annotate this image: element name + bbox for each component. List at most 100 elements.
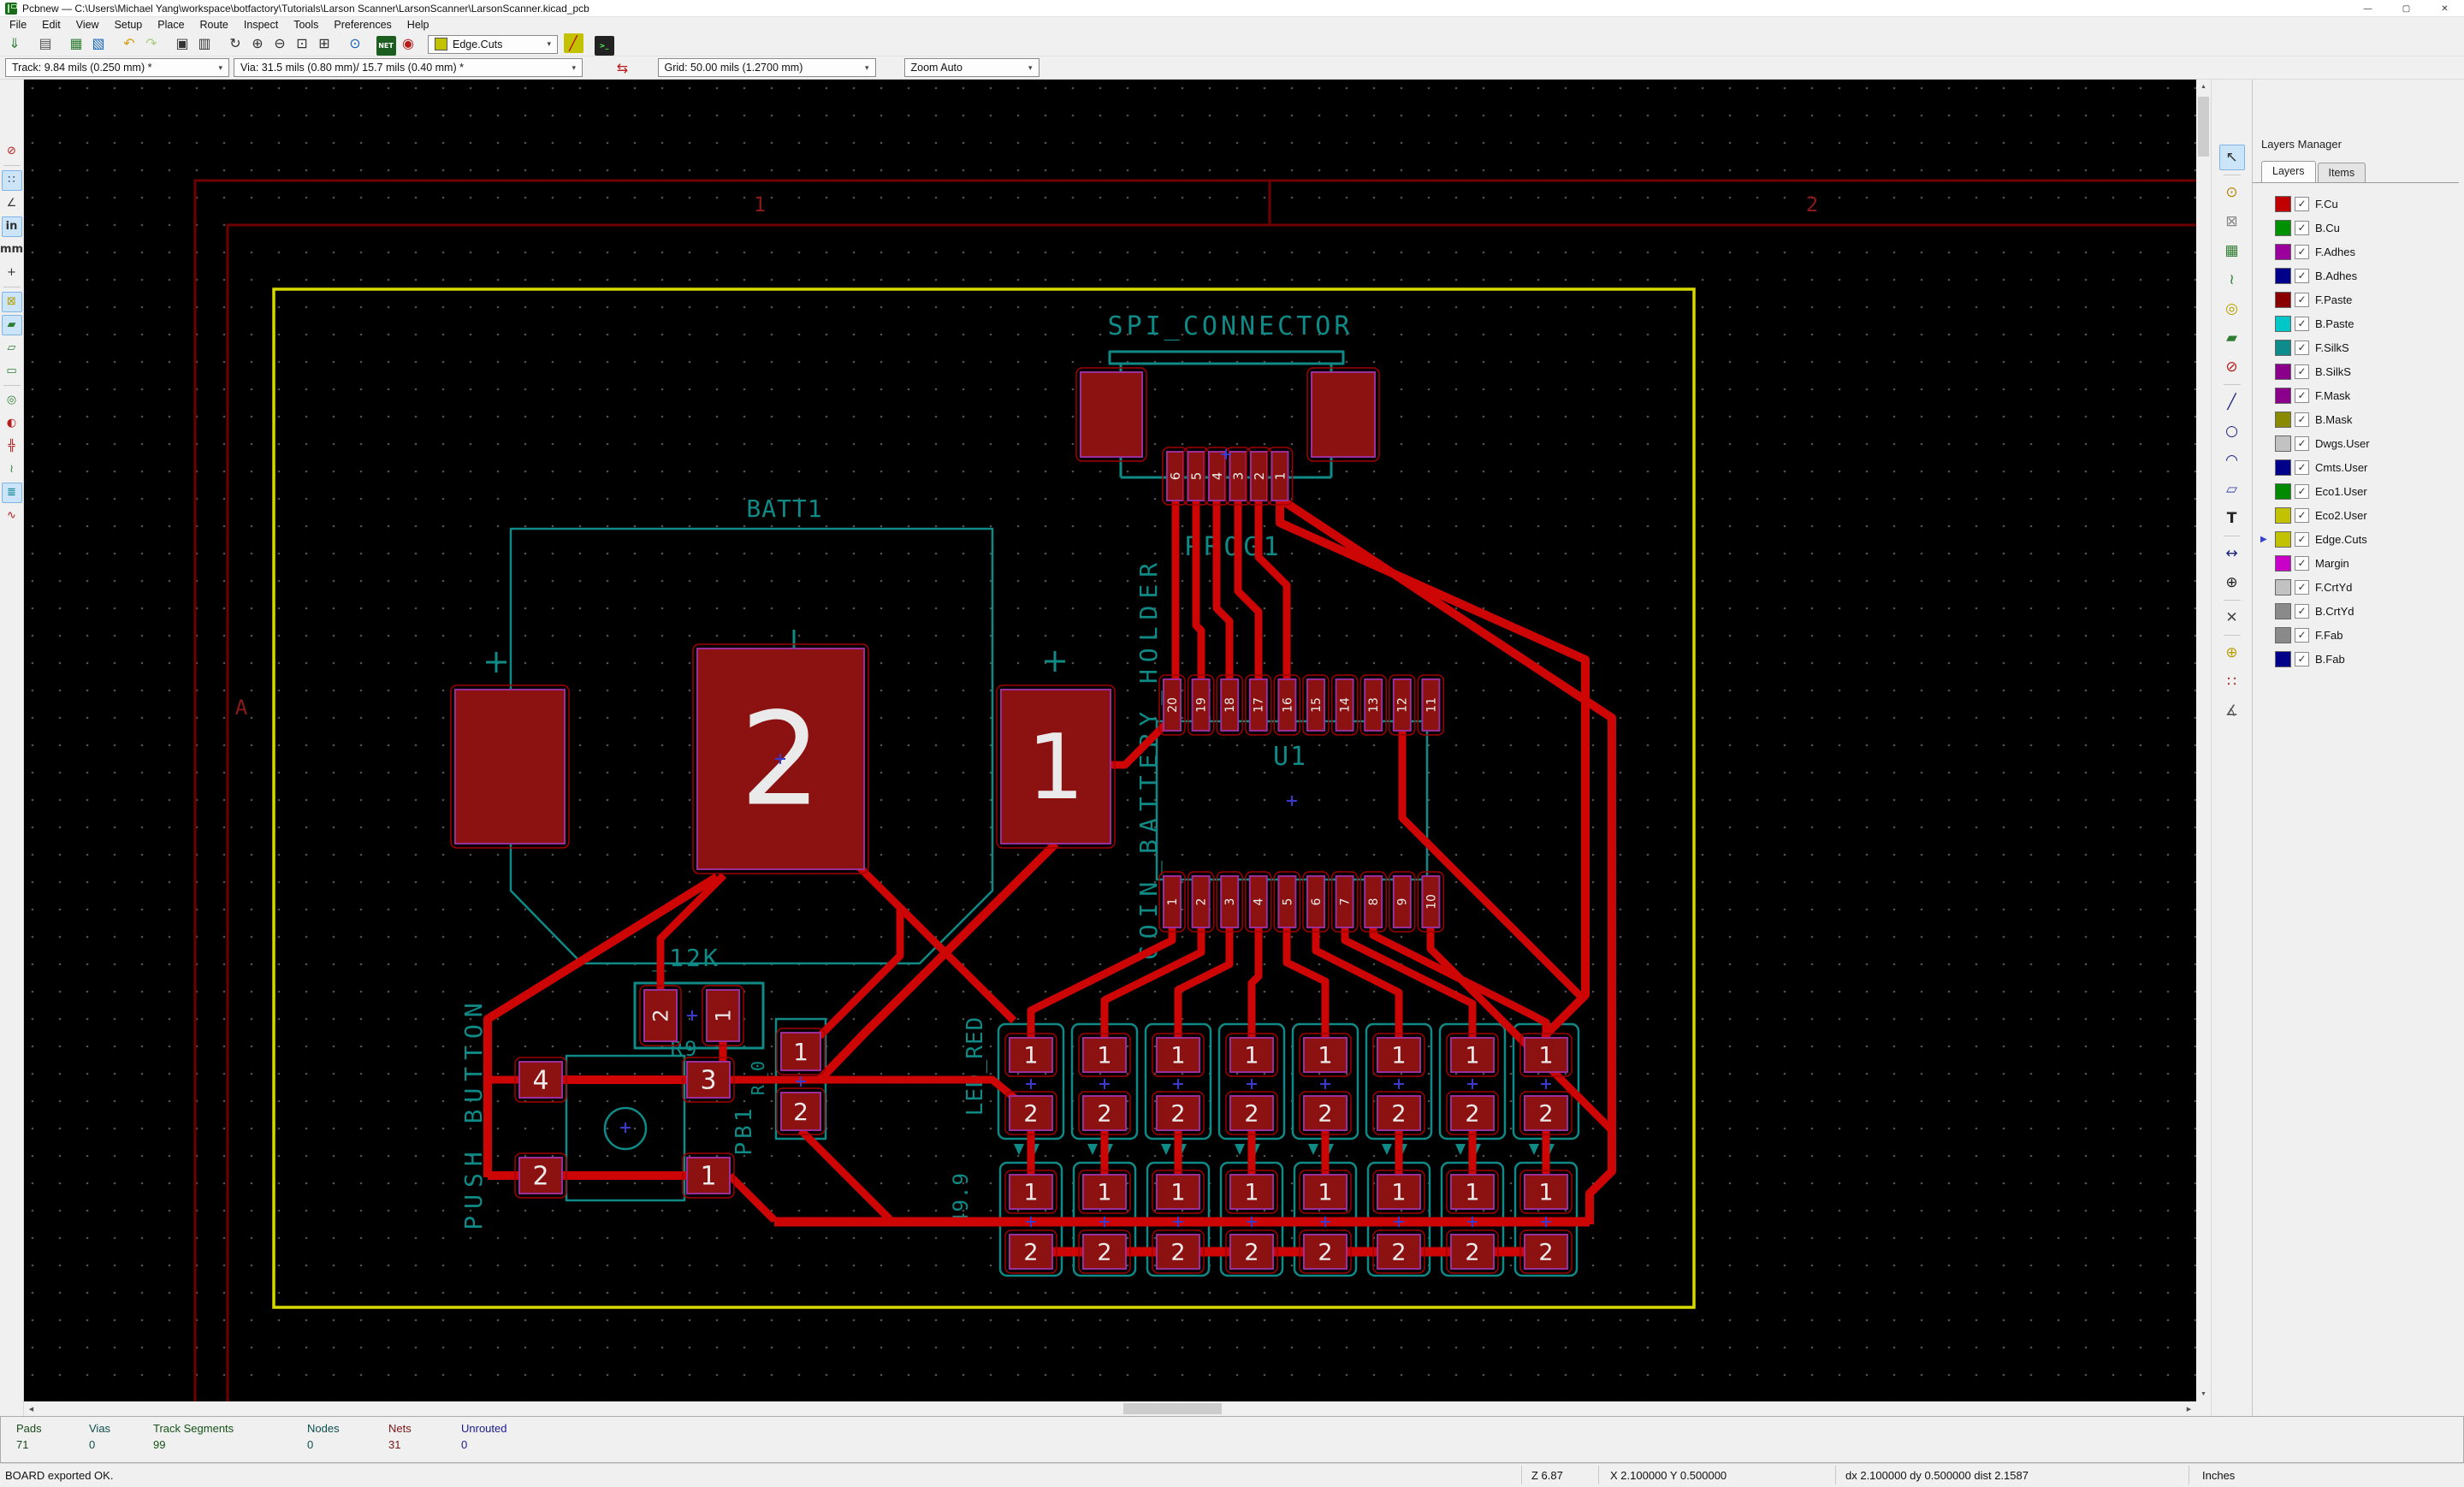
layer-row-b.cu[interactable]: ✓ B.Cu bbox=[2253, 216, 2459, 240]
scroll-left-icon[interactable]: ◀ bbox=[24, 1401, 38, 1416]
layer-color-swatch[interactable] bbox=[2275, 339, 2291, 356]
layer-row-f.fab[interactable]: ✓ F.Fab bbox=[2253, 623, 2459, 647]
menu-file[interactable]: File bbox=[2, 17, 34, 33]
layer-row-f.crtyd[interactable]: ✓ F.CrtYd bbox=[2253, 575, 2459, 599]
undo-icon[interactable]: ↶ bbox=[120, 33, 139, 53]
tab-items[interactable]: Items bbox=[2317, 163, 2366, 182]
zoom-fit-icon[interactable]: ⊡ bbox=[293, 33, 312, 53]
menu-preferences[interactable]: Preferences bbox=[326, 17, 399, 33]
layer-color-swatch[interactable] bbox=[2275, 363, 2291, 380]
local-ratsnest-icon[interactable]: ⊠ bbox=[2219, 209, 2245, 234]
layer-row-f.cu[interactable]: ✓ F.Cu bbox=[2253, 192, 2459, 216]
horizontal-scroll-thumb[interactable] bbox=[1123, 1403, 1222, 1414]
cursor-shape-icon[interactable]: + bbox=[2, 263, 22, 283]
layer-color-swatch[interactable] bbox=[2275, 267, 2291, 284]
layers-manager-toggle-icon[interactable]: ≣ bbox=[1, 482, 22, 503]
layer-color-swatch[interactable] bbox=[2275, 387, 2291, 404]
layer-color-swatch[interactable] bbox=[2275, 243, 2291, 260]
layer-color-swatch[interactable] bbox=[2275, 411, 2291, 428]
zoom-in-icon[interactable]: ⊕ bbox=[248, 33, 268, 53]
zoom-out-icon[interactable]: ⊖ bbox=[270, 33, 290, 53]
layer-color-swatch[interactable] bbox=[2275, 626, 2291, 643]
layer-visibility-checkbox[interactable]: ✓ bbox=[2295, 364, 2309, 379]
maximize-button[interactable]: ▢ bbox=[2387, 0, 2426, 17]
layer-row-dwgs.user[interactable]: ✓ Dwgs.User bbox=[2253, 431, 2459, 455]
layer-color-swatch[interactable] bbox=[2275, 530, 2291, 548]
refresh-view-icon[interactable]: ↻ bbox=[226, 33, 246, 53]
layer-row-b.crtyd[interactable]: ✓ B.CrtYd bbox=[2253, 599, 2459, 623]
delete-tool-icon[interactable]: ✕ bbox=[2219, 605, 2245, 631]
add-graphic-arc-icon[interactable]: ◠ bbox=[2219, 447, 2245, 473]
layer-visibility-checkbox[interactable]: ✓ bbox=[2295, 268, 2309, 283]
pcb-drawing[interactable]: 1 2ASPI_CONNECTORBATT1COIN_BATTERY_HOLDER… bbox=[24, 80, 2196, 1401]
add-graphic-line-icon[interactable]: ╱ bbox=[2219, 389, 2245, 415]
zone-display-icon[interactable]: ▰ bbox=[1, 314, 22, 335]
layer-row-edge.cuts[interactable]: ▶ ✓ Edge.Cuts bbox=[2253, 527, 2459, 551]
menu-place[interactable]: Place bbox=[150, 17, 192, 33]
layer-visibility-checkbox[interactable]: ✓ bbox=[2295, 651, 2309, 666]
layer-visibility-checkbox[interactable]: ✓ bbox=[2295, 555, 2309, 571]
vias-sketch-icon[interactable]: ◎ bbox=[2, 390, 22, 411]
add-keepout-icon[interactable]: ⊘ bbox=[2219, 354, 2245, 380]
layer-visibility-checkbox[interactable]: ✓ bbox=[2295, 531, 2309, 547]
add-via-icon[interactable]: ◎ bbox=[2219, 296, 2245, 322]
add-zone-icon[interactable]: ▰ bbox=[2219, 325, 2245, 351]
layer-color-swatch[interactable] bbox=[2275, 602, 2291, 619]
layer-visibility-checkbox[interactable]: ✓ bbox=[2295, 220, 2309, 235]
layer-color-swatch[interactable] bbox=[2275, 459, 2291, 476]
menu-view[interactable]: View bbox=[68, 17, 107, 33]
add-target-icon[interactable]: ⊕ bbox=[2219, 570, 2245, 595]
menu-tools[interactable]: Tools bbox=[286, 17, 326, 33]
layer-row-b.paste[interactable]: ✓ B.Paste bbox=[2253, 311, 2459, 335]
layer-row-f.adhes[interactable]: ✓ F.Adhes bbox=[2253, 240, 2459, 264]
units-mm-icon[interactable]: mm bbox=[0, 240, 23, 260]
layer-row-margin[interactable]: ✓ Margin bbox=[2253, 551, 2459, 575]
layer-row-eco2.user[interactable]: ✓ Eco2.User bbox=[2253, 503, 2459, 527]
layer-color-swatch[interactable] bbox=[2275, 578, 2291, 595]
track-color-icon[interactable]: ╱ bbox=[563, 33, 583, 53]
add-footprint-icon[interactable]: ▦ bbox=[2219, 238, 2245, 264]
polar-coords-icon[interactable]: ∠ bbox=[2, 193, 22, 214]
layer-visibility-checkbox[interactable]: ✓ bbox=[2295, 579, 2309, 595]
layer-color-swatch[interactable] bbox=[2275, 507, 2291, 524]
redo-icon[interactable]: ↷ bbox=[142, 33, 162, 53]
layer-visibility-checkbox[interactable]: ✓ bbox=[2295, 292, 2309, 307]
footprint-editor-icon[interactable]: ▦ bbox=[67, 33, 86, 53]
curved-tracks-icon[interactable]: ≀ bbox=[2, 459, 22, 480]
menu-inspect[interactable]: Inspect bbox=[236, 17, 286, 33]
drill-origin-icon[interactable]: ⊕ bbox=[2219, 640, 2245, 666]
units-inch-icon[interactable]: in bbox=[1, 216, 22, 237]
layer-visibility-checkbox[interactable]: ✓ bbox=[2295, 244, 2309, 259]
layer-color-swatch[interactable] bbox=[2275, 315, 2291, 332]
high-contrast-icon[interactable]: ◐ bbox=[2, 413, 22, 434]
layer-row-b.mask[interactable]: ✓ B.Mask bbox=[2253, 407, 2459, 431]
layer-visibility-checkbox[interactable]: ✓ bbox=[2295, 603, 2309, 619]
layer-visibility-checkbox[interactable]: ✓ bbox=[2295, 483, 2309, 499]
measure-icon[interactable]: ∡ bbox=[2219, 698, 2245, 724]
layer-row-b.fab[interactable]: ✓ B.Fab bbox=[2253, 647, 2459, 671]
select-tool-icon[interactable]: ↖ bbox=[2218, 145, 2245, 170]
layer-visibility-checkbox[interactable]: ✓ bbox=[2295, 435, 2309, 451]
tracks-sketch-icon[interactable]: ▭ bbox=[2, 361, 22, 382]
scroll-up-icon[interactable]: ▲ bbox=[2196, 80, 2211, 94]
layer-color-swatch[interactable] bbox=[2275, 195, 2291, 212]
find-icon[interactable]: ⊙ bbox=[346, 33, 365, 53]
pads-sketch-icon[interactable]: ▱ bbox=[2, 338, 22, 358]
menu-edit[interactable]: Edit bbox=[34, 17, 68, 33]
layer-row-b.silks[interactable]: ✓ B.SilkS bbox=[2253, 359, 2459, 383]
layer-color-swatch[interactable] bbox=[2275, 650, 2291, 667]
zoom-selection-icon[interactable]: ⊞ bbox=[315, 33, 335, 53]
pcb-canvas[interactable]: 1 2 A SPI_CONNECTOR BATT1 COIN_BATTERY_HOLDER… bbox=[24, 80, 2196, 1401]
tab-layers[interactable]: Layers bbox=[2261, 161, 2316, 182]
layer-row-f.silks[interactable]: ✓ F.SilkS bbox=[2253, 335, 2459, 359]
layer-row-eco1.user[interactable]: ✓ Eco1.User bbox=[2253, 479, 2459, 503]
layer-visibility-checkbox[interactable]: ✓ bbox=[2295, 507, 2309, 523]
close-button[interactable]: ✕ bbox=[2426, 0, 2464, 17]
layer-row-f.mask[interactable]: ✓ F.Mask bbox=[2253, 383, 2459, 407]
layer-visibility-checkbox[interactable]: ✓ bbox=[2295, 196, 2309, 211]
drc-icon[interactable]: ◉ bbox=[399, 33, 418, 53]
horizontal-scrollbar[interactable]: ◀ ▶ bbox=[24, 1401, 2196, 1416]
minimize-button[interactable]: — bbox=[2348, 0, 2387, 17]
layer-visibility-checkbox[interactable]: ✓ bbox=[2295, 316, 2309, 331]
layer-color-swatch[interactable] bbox=[2275, 554, 2291, 572]
